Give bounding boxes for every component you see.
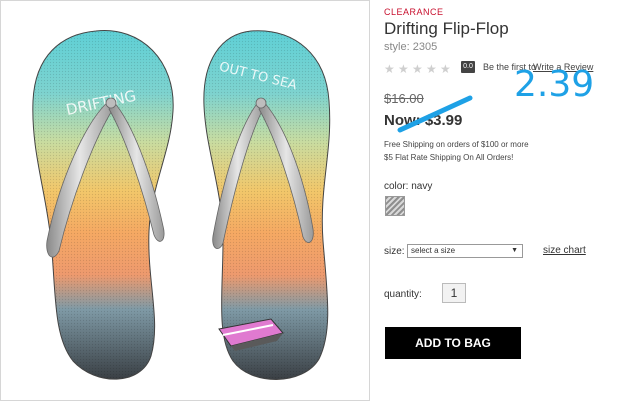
star-icon: ★	[384, 62, 395, 76]
color-label: color: navy	[384, 181, 433, 192]
product-title: Drifting Flip-Flop	[384, 19, 509, 38]
size-select[interactable]: select a size ▼	[407, 244, 523, 258]
add-to-bag-button[interactable]: ADD TO BAG	[385, 327, 521, 359]
quantity-label: quantity:	[384, 289, 422, 300]
star-icon: ★	[398, 62, 409, 76]
right-flip-flop: OUT TO SEA	[203, 30, 331, 380]
product-image[interactable]: DRIFTING OUT TO SEA	[0, 0, 370, 401]
size-chart-link[interactable]: size chart	[543, 245, 586, 256]
left-flip-flop: DRIFTING	[32, 30, 174, 380]
star-icon: ★	[412, 62, 423, 76]
color-swatch-navy[interactable]	[385, 196, 405, 216]
rating-stars: ★ ★ ★ ★ ★	[384, 60, 454, 76]
quantity-input[interactable]: 1	[442, 283, 466, 303]
overlay-annotation-number: 2.39	[514, 64, 595, 105]
original-price: $16.00	[384, 91, 424, 106]
product-style-number: style: 2305	[384, 41, 438, 53]
shipping-note-flat-rate: $5 Flat Rate Shipping On All Orders!	[384, 153, 514, 162]
star-icon: ★	[440, 62, 451, 76]
clearance-badge: CLEARANCE	[384, 7, 444, 17]
rating-score: 0.0	[461, 61, 475, 73]
size-label: size:	[384, 246, 405, 257]
star-icon: ★	[426, 62, 437, 76]
flip-flops-illustration: DRIFTING OUT TO SEA	[32, 30, 331, 380]
size-select-value: select a size	[411, 246, 456, 255]
sale-price: Now: $3.99	[384, 112, 463, 129]
chevron-down-icon: ▼	[511, 247, 518, 254]
shipping-note-free: Free Shipping on orders of $100 or more	[384, 140, 529, 149]
product-info: CLEARANCE Drifting Flip-Flop style: 2305…	[384, 0, 631, 401]
